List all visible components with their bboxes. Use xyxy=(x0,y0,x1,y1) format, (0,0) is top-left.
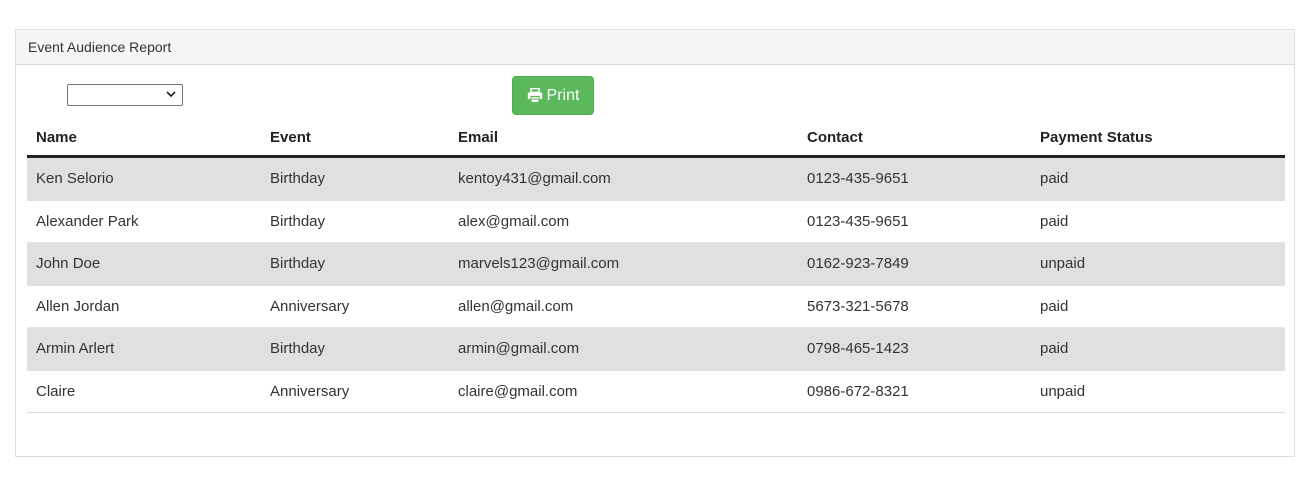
table-row: Allen Jordan Anniversary allen@gmail.com… xyxy=(27,285,1285,328)
cell-name: Armin Arlert xyxy=(27,327,261,371)
cell-event: Anniversary xyxy=(261,370,449,413)
cell-payment-status: paid xyxy=(1031,285,1285,328)
cell-event: Birthday xyxy=(261,200,449,243)
cell-contact: 0123-435-9651 xyxy=(798,200,1031,243)
print-button-label: Print xyxy=(546,86,580,104)
report-panel: Event Audience Report Print Name Event E… xyxy=(15,29,1295,457)
cell-email: alex@gmail.com xyxy=(449,200,798,243)
cell-name: Claire xyxy=(27,370,261,413)
chevron-down-icon xyxy=(166,91,176,98)
header-payment-status: Payment Status xyxy=(1031,119,1285,158)
printer-icon xyxy=(527,88,542,103)
cell-contact: 0123-435-9651 xyxy=(798,156,1031,201)
cell-contact: 0986-672-8321 xyxy=(798,370,1031,413)
cell-email: marvels123@gmail.com xyxy=(449,242,798,286)
cell-name: John Doe xyxy=(27,242,261,286)
cell-payment-status: paid xyxy=(1031,200,1285,243)
cell-payment-status: unpaid xyxy=(1031,242,1285,286)
cell-event: Anniversary xyxy=(261,285,449,328)
header-event: Event xyxy=(261,119,449,158)
table-row: Claire Anniversary claire@gmail.com 0986… xyxy=(27,370,1285,413)
cell-email: armin@gmail.com xyxy=(449,327,798,371)
cell-contact: 5673-321-5678 xyxy=(798,285,1031,328)
table-row: Ken Selorio Birthday kentoy431@gmail.com… xyxy=(27,156,1285,201)
event-filter-select[interactable] xyxy=(67,84,183,106)
header-contact: Contact xyxy=(798,119,1031,158)
panel-title: Event Audience Report xyxy=(16,30,1294,65)
cell-event: Birthday xyxy=(261,327,449,371)
table-header-row: Name Event Email Contact Payment Status xyxy=(27,119,1285,158)
cell-contact: 0162-923-7849 xyxy=(798,242,1031,286)
header-email: Email xyxy=(449,119,798,158)
cell-name: Ken Selorio xyxy=(27,156,261,201)
print-button[interactable]: Print xyxy=(512,76,594,115)
cell-email: claire@gmail.com xyxy=(449,370,798,413)
audience-table: Name Event Email Contact Payment Status … xyxy=(27,119,1285,413)
header-name: Name xyxy=(27,119,261,158)
toolbar: Print xyxy=(16,65,1294,119)
cell-contact: 0798-465-1423 xyxy=(798,327,1031,371)
cell-name: Allen Jordan xyxy=(27,285,261,328)
cell-event: Birthday xyxy=(261,156,449,201)
table-row: Armin Arlert Birthday armin@gmail.com 07… xyxy=(27,327,1285,371)
cell-name: Alexander Park xyxy=(27,200,261,243)
cell-email: kentoy431@gmail.com xyxy=(449,156,798,201)
cell-payment-status: paid xyxy=(1031,327,1285,371)
table-row: Alexander Park Birthday alex@gmail.com 0… xyxy=(27,200,1285,243)
table-row: John Doe Birthday marvels123@gmail.com 0… xyxy=(27,242,1285,286)
cell-event: Birthday xyxy=(261,242,449,286)
cell-payment-status: unpaid xyxy=(1031,370,1285,413)
cell-email: allen@gmail.com xyxy=(449,285,798,328)
cell-payment-status: paid xyxy=(1031,156,1285,201)
